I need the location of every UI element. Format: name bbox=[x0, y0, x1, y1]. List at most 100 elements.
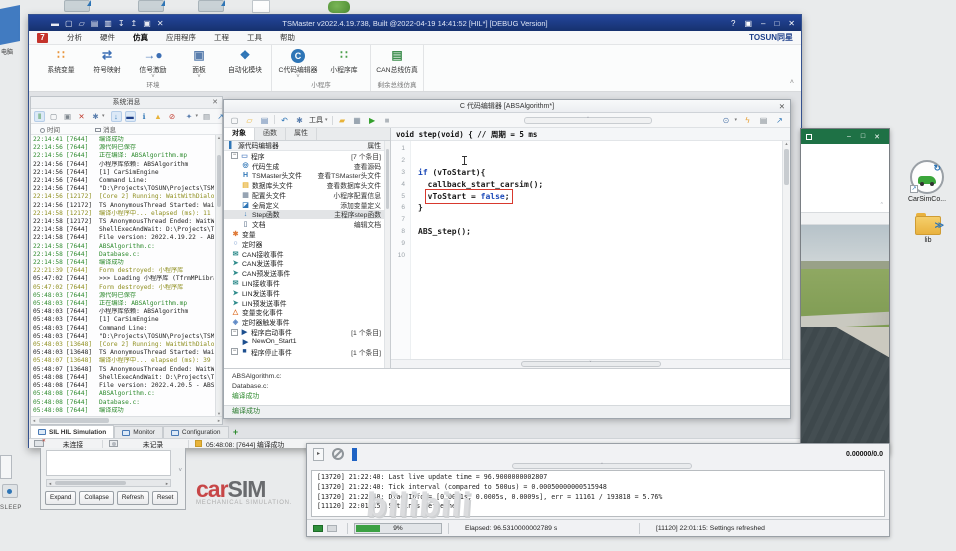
compiler-output[interactable]: ABSAlgorithm.c: Database.c: 编译成功 bbox=[224, 368, 790, 405]
log-row[interactable]: 22:14:41 [7644] 编译成功 bbox=[33, 136, 214, 144]
log-row[interactable]: 22:14:56 [7644] Command Line: bbox=[33, 177, 214, 185]
find-icon[interactable]: ✦ bbox=[184, 111, 195, 122]
tree-row[interactable]: ○ 定时器 bbox=[224, 239, 390, 249]
code-line[interactable]: 6} bbox=[391, 202, 781, 214]
chevron-down-icon[interactable]: ˅ bbox=[178, 468, 182, 474]
print-icon[interactable]: ▤ bbox=[758, 115, 769, 126]
log-row[interactable]: 05:48:03 [13648] [Core 2] Running: WaitWit… bbox=[33, 341, 214, 349]
log-row[interactable]: 22:14:56 [12172] [Core 2] Running: WaitWit… bbox=[33, 193, 214, 201]
log-row[interactable]: 22:14:56 [7644] 小程序库依赖: ABSAlgorithm bbox=[33, 161, 214, 169]
minimize-button[interactable]: – bbox=[761, 19, 765, 28]
comment-filter-icon[interactable]: ▬ bbox=[124, 110, 136, 122]
ribbon-button[interactable]: ⇄ 符号映射 bbox=[84, 45, 130, 81]
tree-row[interactable]: ✉ LIN接收事件 bbox=[224, 278, 390, 288]
code-line[interactable]: 5 vToStart = false; bbox=[391, 188, 781, 204]
log-row[interactable]: 05:48:03 [7644] Command Line: bbox=[33, 325, 214, 333]
sleep-app-icon[interactable] bbox=[2, 484, 18, 498]
tree-row[interactable]: ◪ 全局定义 添加变量定义 bbox=[224, 200, 390, 210]
carsim-window-title-bar[interactable]: – □ ✕ bbox=[801, 129, 889, 144]
expander-icon[interactable]: − bbox=[231, 152, 238, 160]
log-row[interactable]: 22:14:58 [7644] Database.c: bbox=[33, 251, 214, 259]
save-all-icon[interactable]: ▥ bbox=[104, 19, 112, 28]
horizontal-scrollbar[interactable]: ◄ ► bbox=[31, 416, 222, 424]
log-row[interactable]: 05:48:08 [7644] ABSAlgorithm.c: bbox=[33, 390, 214, 398]
expand-button[interactable]: Expand bbox=[45, 491, 77, 505]
tree-row[interactable]: ✉ CAN接收事件 bbox=[224, 249, 390, 259]
code-line[interactable]: 10 bbox=[391, 249, 781, 261]
ribbon-button[interactable]: ∷ 小程序库 bbox=[321, 45, 367, 81]
tab-objects-active[interactable]: 对象 bbox=[224, 128, 255, 140]
log-row[interactable]: 05:48:07 [13648] TS AnonymousThread Ended:… bbox=[33, 366, 214, 374]
log-row[interactable]: 22:14:56 [7644] "D:\Projects\TOSUN\Project… bbox=[33, 185, 214, 193]
log-row[interactable]: 22:14:58 [7644] ABSAlgorithm.c: bbox=[33, 243, 214, 251]
tree-row[interactable]: ▌ 源代码编辑器 属性 bbox=[224, 141, 390, 151]
message-column-header[interactable]: 消息 bbox=[95, 124, 222, 134]
import-icon[interactable]: ↧ bbox=[118, 19, 125, 28]
float-window-icon[interactable]: ▣ bbox=[143, 19, 151, 28]
menu-item[interactable]: 应用程序 bbox=[157, 32, 205, 43]
menu-item[interactable]: 分析 bbox=[58, 32, 91, 43]
log-row[interactable]: 05:48:08 [7644] File version: 2022.4.20.5 … bbox=[33, 382, 214, 390]
tree-row[interactable]: ➤ LIN发送事件 bbox=[224, 288, 390, 298]
object-tree[interactable]: ▌ 源代码编辑器 属性 − ▭ 程序 [7 个条目] ◎ 代码生成 查看源码 H TSMaster头文… bbox=[224, 141, 390, 368]
save-file-icon[interactable]: ▤ bbox=[259, 115, 270, 126]
editor-title-bar[interactable]: C 代码编辑器 [ABSAlgorithm*] ✕ bbox=[224, 100, 790, 113]
code-line[interactable]: 9 bbox=[391, 237, 781, 249]
refresh-button[interactable]: Refresh bbox=[116, 491, 149, 505]
desktop-camera-shortcut-icon[interactable] bbox=[138, 0, 165, 12]
expander-icon[interactable]: − bbox=[231, 348, 238, 356]
lib-folder-shortcut[interactable]: lib bbox=[910, 213, 946, 244]
bottom-tab[interactable]: Monitor bbox=[114, 426, 163, 438]
code-area[interactable]: 1 2 3 if (vToStart){4 callback_start_carsim… bbox=[391, 141, 790, 359]
horizontal-scrollbar[interactable]: ◄ ► bbox=[46, 479, 171, 487]
menu-item[interactable]: 帮助 bbox=[271, 32, 304, 43]
ribbon-button[interactable]: C C代码编辑器 ˅ bbox=[275, 45, 321, 81]
title-bar[interactable]: ▬ ▢ ▱ ▤ ▥ ↧ ↥ ▣ ✕ TSMaster v2022.4.19.738, Built… bbox=[29, 15, 801, 31]
undo-icon[interactable]: ↶ bbox=[279, 115, 290, 126]
log-row[interactable]: 22:14:58 [7644] ShellExecAndWait: D:\Proje… bbox=[33, 226, 214, 234]
log-row[interactable]: 22:14:58 [7644] 编译成功 bbox=[33, 259, 214, 267]
scroll-bottom-icon[interactable]: ↓ bbox=[110, 110, 122, 122]
tree-row[interactable]: ✱ 变量 bbox=[224, 229, 390, 239]
carsim-shortcut[interactable]: ↻ ↗ CarSimCo... bbox=[904, 160, 950, 203]
new-page-icon[interactable]: ▢ bbox=[48, 111, 59, 122]
print-icon[interactable]: ▤ bbox=[201, 111, 212, 122]
log-row[interactable]: 05:47:02 [7644] >>> Loading 小程序库 (TfrmMPLi… bbox=[33, 275, 214, 283]
log-row[interactable]: 05:48:08 [7644] ShellExecAndWait: D:\Proje… bbox=[33, 374, 214, 382]
menu-item[interactable]: 工具 bbox=[238, 32, 271, 43]
log-row[interactable]: 05:48:08 [7644] Database.c: bbox=[33, 399, 214, 407]
warning-filter-icon[interactable]: ▲ bbox=[153, 111, 164, 122]
menu-item[interactable]: 工程 bbox=[205, 32, 238, 43]
run-icon[interactable]: ▶ bbox=[367, 115, 378, 126]
menu-item[interactable]: 仿真 bbox=[124, 32, 157, 43]
ribbon-collapse-icon[interactable]: ˄ bbox=[790, 79, 794, 86]
close-button[interactable]: ✕ bbox=[788, 19, 795, 28]
horizontal-scrollbar[interactable]: ˇ bbox=[520, 361, 661, 367]
stop-icon[interactable]: ■ bbox=[382, 115, 393, 126]
tools-menu-button[interactable]: 工具 bbox=[309, 115, 323, 125]
log-row[interactable]: 22:21:39 [7644] Form destroyed: 小程序库 bbox=[33, 267, 214, 275]
pin-button[interactable]: ▣ bbox=[744, 19, 752, 28]
log-row[interactable]: 22:14:56 [7644] 源代码已保存 bbox=[33, 144, 214, 152]
log-row[interactable]: 22:14:56 [7644] 正在编译: ABSAlgorithm.mp bbox=[33, 152, 214, 160]
tree-row[interactable]: H TSMaster头文件 查看TSMaster头文件 bbox=[224, 170, 390, 181]
log-row[interactable]: 05:48:03 [7644] 源代码已保存 bbox=[33, 292, 214, 300]
horizontal-scrollbar[interactable]: ˇ bbox=[512, 463, 692, 469]
tree-row[interactable]: − ■ 程序停止事件 [1 个条目] bbox=[224, 347, 390, 357]
desktop-camera-shortcut-icon[interactable] bbox=[64, 0, 91, 12]
tree-row[interactable]: ➤ CAN发送事件 bbox=[224, 259, 390, 268]
prohibition-icon[interactable] bbox=[332, 448, 344, 460]
bottom-tab[interactable]: SIL HIL Simulation bbox=[30, 425, 115, 438]
log-row[interactable]: 22:14:56 [12172] TS AnonymousThread Starte… bbox=[33, 202, 214, 210]
vertical-scrollbar[interactable] bbox=[384, 141, 390, 368]
error-filter-icon[interactable]: ⊘ bbox=[167, 111, 178, 122]
tree-row[interactable]: − ▶ 程序启动事件 [1 个条目] bbox=[224, 327, 390, 337]
time-column-header[interactable]: 时间 bbox=[31, 124, 95, 134]
desktop-document-icon[interactable] bbox=[252, 0, 270, 13]
settings-gear-icon[interactable]: ✱ bbox=[90, 111, 101, 122]
settings-gear-icon[interactable]: ✱ bbox=[294, 115, 305, 126]
vertical-scrollbar[interactable]: ▲ ▼ bbox=[215, 135, 222, 416]
tree-row[interactable]: ↓ Step函数 主程序step函数 bbox=[224, 209, 390, 219]
desktop-camera-shortcut-icon[interactable] bbox=[198, 0, 225, 12]
export-icon[interactable]: ↥ bbox=[131, 19, 138, 28]
